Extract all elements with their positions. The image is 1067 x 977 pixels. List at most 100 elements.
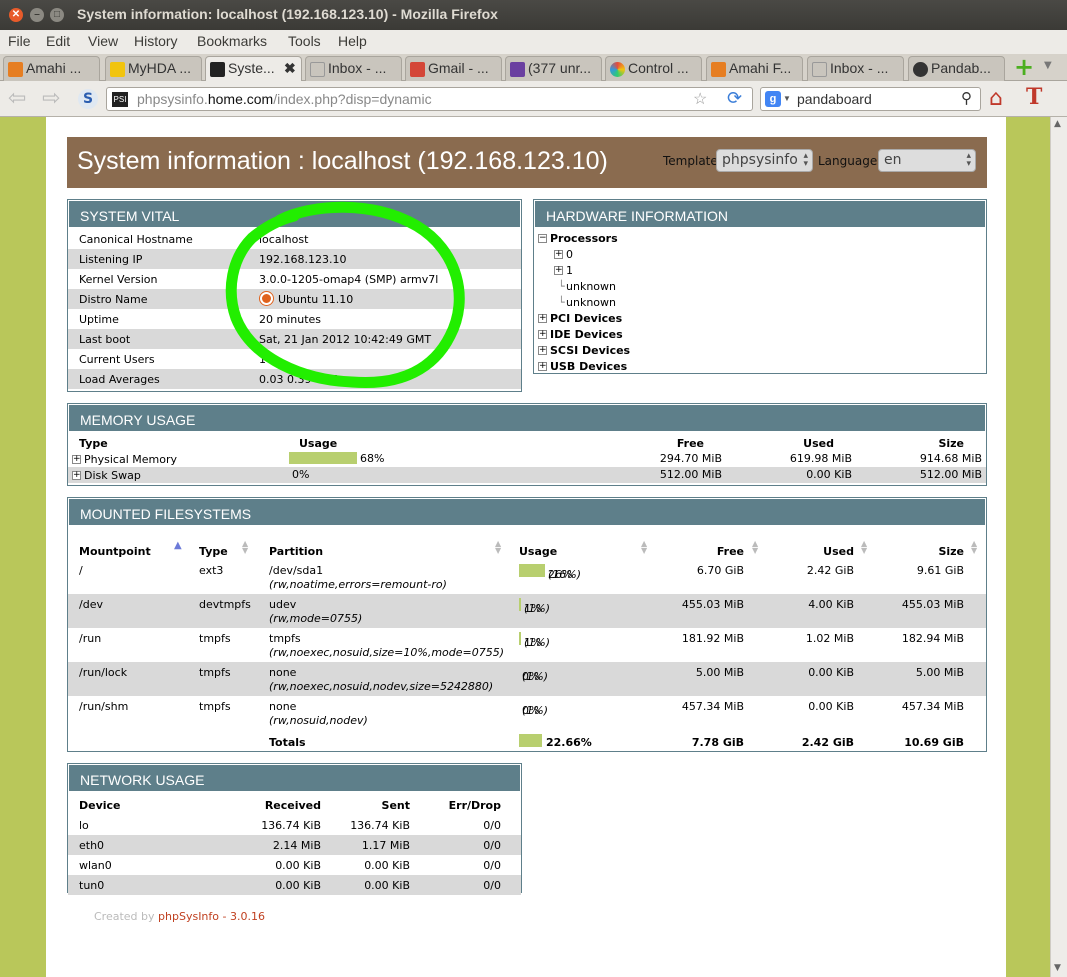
fs-free: 6.70 GiB: [696, 564, 744, 577]
tree-pci[interactable]: + PCI Devices: [534, 310, 986, 326]
col-usage: Usage: [299, 437, 338, 450]
menu-history[interactable]: History: [134, 33, 178, 49]
tree-scsi[interactable]: + SCSI Devices: [534, 342, 986, 358]
col-type[interactable]: Type: [199, 545, 228, 558]
menu-edit[interactable]: Edit: [46, 33, 70, 49]
new-tab-plus-icon[interactable]: +: [1012, 55, 1036, 80]
vital-row: Canonical Hostname localhost: [68, 229, 521, 249]
fs-row: /dev devtmpfs udev (rw,mode=0755) 1% (1%) 455…: [68, 594, 986, 628]
vital-value: 20 minutes: [259, 313, 322, 326]
sort-icon[interactable]: ▲ ▼: [641, 540, 647, 555]
fs-mount-options: (rw,mode=0755): [269, 612, 363, 625]
tab-amahi-forum[interactable]: Amahi F...: [706, 56, 803, 81]
sort-icon[interactable]: ▲ ▼: [242, 540, 248, 555]
memory-heading: MEMORY USAGE: [68, 404, 986, 432]
site-identity-icon[interactable]: S: [78, 89, 98, 109]
footer-link[interactable]: phpSysInfo - 3.0.16: [158, 910, 265, 923]
tab-inbox-1[interactable]: Inbox - ...: [305, 56, 402, 81]
tree-cpu-1[interactable]: +1: [534, 262, 986, 278]
expand-icon[interactable]: +: [538, 362, 547, 371]
google-search-icon: g: [765, 91, 781, 107]
sort-icon[interactable]: ▲ ▼: [495, 540, 501, 555]
col-usage[interactable]: Usage: [519, 545, 557, 558]
tree-label: unknown: [566, 280, 616, 293]
tab-list-chevron-icon[interactable]: ▼: [1044, 60, 1052, 71]
menu-help[interactable]: Help: [338, 33, 367, 49]
tree-ide[interactable]: + IDE Devices: [534, 326, 986, 342]
net-sent: 0.00 KiB: [364, 879, 410, 892]
tab-pandaboard[interactable]: Pandab...: [908, 56, 1005, 81]
sort-icon[interactable]: ▲ ▼: [752, 540, 758, 555]
language-select[interactable]: en ▴ ▾: [878, 149, 976, 172]
menu-file[interactable]: File: [8, 33, 31, 49]
close-window-icon[interactable]: ✕: [9, 8, 23, 22]
toolbar-t-icon[interactable]: T: [1026, 84, 1042, 110]
col-free[interactable]: Free: [717, 545, 744, 558]
fs-inode-usage: (1%): [524, 636, 551, 649]
sort-icon[interactable]: ▲ ▼: [861, 540, 867, 555]
bookmark-star-icon[interactable]: ☆: [693, 89, 707, 109]
scroll-up-icon[interactable]: ▲: [1054, 119, 1061, 129]
search-engine-chevron-icon[interactable]: ▼: [783, 94, 791, 103]
footer-prefix: Created by: [94, 910, 159, 923]
scroll-down-icon[interactable]: ▼: [1054, 963, 1061, 973]
menu-tools[interactable]: Tools: [288, 33, 321, 49]
select-arrows-icon: ▴ ▾: [966, 151, 971, 169]
col-size[interactable]: Size: [938, 545, 964, 558]
col-used[interactable]: Used: [823, 545, 854, 558]
vital-row: Load Averages 0.03 0.39 0.41: [68, 369, 521, 389]
template-select[interactable]: phpsysinfo ▴ ▾: [716, 149, 813, 172]
expand-icon[interactable]: +: [554, 266, 563, 275]
tree-cpu-0[interactable]: +0: [534, 246, 986, 262]
forward-arrow-icon[interactable]: ⇨: [42, 86, 60, 111]
col-mountpoint[interactable]: Mountpoint: [79, 545, 151, 558]
vital-key: Uptime: [79, 313, 119, 326]
fs-used: 1.02 MiB: [805, 632, 854, 645]
expand-icon[interactable]: +: [538, 346, 547, 355]
fs-mountpoint: /run/shm: [79, 700, 129, 713]
tab-amahi[interactable]: Amahi ...: [3, 56, 100, 81]
close-tab-icon[interactable]: ✖: [284, 60, 296, 77]
home-icon[interactable]: ⌂: [989, 86, 1003, 111]
tab-myhda[interactable]: MyHDA ...: [105, 56, 202, 81]
collapse-icon[interactable]: −: [538, 234, 547, 243]
back-arrow-icon[interactable]: ⇦: [8, 86, 26, 111]
vital-row: Kernel Version 3.0.0-1205-omap4 (SMP) arm…: [68, 269, 521, 289]
fs-free: 181.92 MiB: [681, 632, 744, 645]
tab-control[interactable]: Control ...: [605, 56, 702, 81]
fs-used: 4.00 KiB: [808, 598, 854, 611]
tab-inbox-2[interactable]: Inbox - ...: [807, 56, 904, 81]
fs-mountpoint: /: [79, 564, 83, 577]
vertical-scrollbar[interactable]: ▲ ▼: [1050, 117, 1067, 977]
fs-mount-options: (rw,noatime,errors=remount-ro): [269, 578, 447, 591]
search-box[interactable]: g ▼ pandaboard ⚲: [760, 87, 981, 111]
system-vital-panel: SYSTEM VITAL Canonical Hostname localhost…: [67, 199, 522, 392]
url-bar[interactable]: PSI phpsysinfo.home.com/index.php?disp=d…: [106, 87, 753, 111]
tree-processors[interactable]: − Processors: [534, 230, 986, 246]
menu-bookmarks[interactable]: Bookmarks: [197, 33, 267, 49]
tab-gmail[interactable]: Gmail - ...: [405, 56, 502, 81]
search-magnifier-icon[interactable]: ⚲: [961, 89, 972, 107]
fs-used: 0.00 KiB: [808, 700, 854, 713]
expand-icon[interactable]: +: [72, 471, 81, 480]
menu-view[interactable]: View: [88, 33, 118, 49]
sort-icon[interactable]: ▲ ▼: [971, 540, 977, 555]
tab-system-info[interactable]: Syste... ✖: [205, 56, 302, 82]
tab-unread[interactable]: (377 unr...: [505, 56, 602, 81]
minimize-window-icon[interactable]: –: [30, 8, 44, 22]
expand-icon[interactable]: +: [538, 314, 547, 323]
maximize-window-icon[interactable]: □: [50, 8, 64, 22]
tree-label: IDE Devices: [550, 328, 623, 341]
fs-mountpoint: /dev: [79, 598, 103, 611]
mem-used: 619.98 MiB: [789, 452, 852, 465]
expand-icon[interactable]: +: [554, 250, 563, 259]
col-partition[interactable]: Partition: [269, 545, 323, 558]
tree-usb[interactable]: + USB Devices: [534, 358, 986, 374]
expand-icon[interactable]: +: [538, 330, 547, 339]
vital-row: Distro Name Ubuntu 11.10: [68, 289, 521, 309]
page-favicon-icon: PSI: [112, 92, 128, 107]
reload-icon[interactable]: ⟳: [727, 88, 742, 109]
fs-partition: udev: [269, 598, 297, 611]
sort-asc-icon[interactable]: ▲: [174, 540, 182, 551]
expand-icon[interactable]: +: [72, 455, 81, 464]
